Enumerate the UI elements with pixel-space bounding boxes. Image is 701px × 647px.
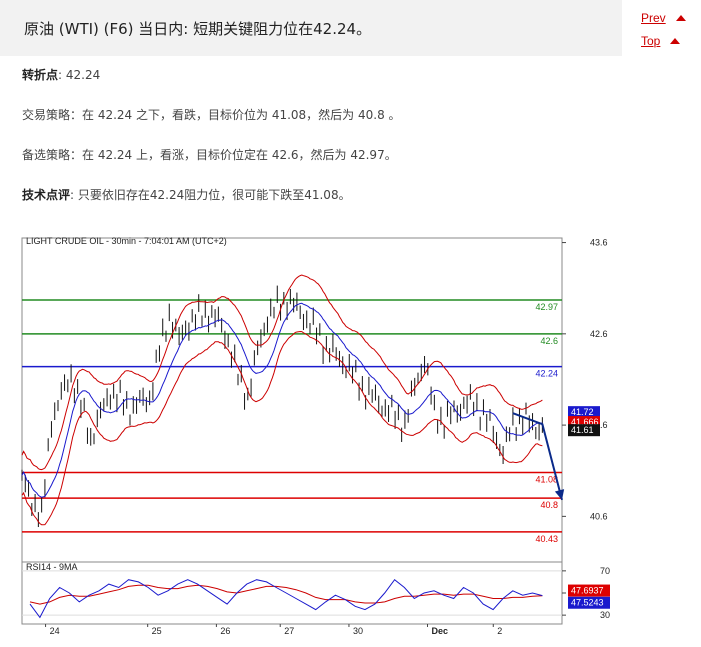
strategy-text: ：在 42.24 之下，看跌，目标价位为 41.08，然后为 40.8 。	[70, 108, 401, 122]
price-badge-2-text: 41.61	[571, 425, 594, 435]
page-title: 原油 (WTI) (F6) 当日内: 短期关键阻力位在42.24。	[24, 20, 372, 38]
strategy-label: 交易策略	[22, 108, 71, 122]
comment-text: : 只要依旧存在42.24阻力位，很可能下跌至41.08。	[70, 188, 351, 202]
level-label-3: 41.08	[535, 475, 558, 485]
level-label-5: 40.43	[535, 534, 558, 544]
rsi-badge-text: 47.6937	[571, 586, 604, 596]
alt-strategy-text: ：在 42.24 上，看涨，目标价位定在 42.6，然后为 42.97。	[70, 148, 397, 162]
y-tick-label-0: 43.6	[590, 238, 608, 248]
arrow-up-icon	[670, 38, 681, 44]
pivot-value: : 42.24	[58, 68, 101, 82]
rsi-tick-label-2: 30	[600, 610, 610, 620]
chart-container: LIGHT CRUDE OIL - 30min - 7:04:01 AM (UT…	[0, 226, 701, 642]
comment-line: 技术点评: 只要依旧存在42.24阻力位，很可能下跌至41.08。	[22, 186, 351, 203]
level-label-4: 40.8	[540, 500, 558, 510]
level-label-1: 42.6	[540, 336, 558, 346]
level-label-0: 42.97	[535, 302, 558, 312]
prev-link[interactable]: Prev	[641, 11, 686, 25]
y-tick-label-1: 42.6	[590, 329, 608, 339]
y-tick-label-3: 40.6	[590, 511, 608, 521]
alt-strategy-label: 备选策略	[22, 148, 71, 162]
pivot-line: 转折点: 42.24	[22, 66, 100, 83]
top-link[interactable]: Top	[641, 34, 681, 48]
price-badge-0-text: 41.72	[571, 407, 594, 417]
pivot-label: 转折点	[22, 68, 59, 82]
chart-title: LIGHT CRUDE OIL - 30min - 7:04:01 AM (UT…	[26, 236, 227, 246]
x-tick-label-0: 24	[50, 626, 60, 636]
x-tick-label-2: 26	[220, 626, 230, 636]
price-plot-frame	[21, 237, 563, 563]
arrow-up-icon	[675, 15, 686, 21]
x-tick-label-1: 25	[152, 626, 162, 636]
top-label[interactable]: Top	[641, 34, 660, 48]
level-label-2: 42.24	[535, 369, 558, 379]
x-tick-label-6: 2	[497, 626, 502, 636]
price-chart: LIGHT CRUDE OIL - 30min - 7:04:01 AM (UT…	[21, 236, 610, 636]
strategy-line: 交易策略：在 42.24 之下，看跌，目标价位为 41.08，然后为 40.8 …	[22, 106, 401, 123]
comment-label: 技术点评	[22, 188, 71, 202]
rsi-tick-label-0: 70	[600, 566, 610, 576]
x-tick-label-3: 27	[284, 626, 294, 636]
alt-strategy-line: 备选策略：在 42.24 上，看涨，目标价位定在 42.6，然后为 42.97。	[22, 146, 397, 163]
prev-label[interactable]: Prev	[641, 11, 666, 25]
x-tick-label-5: Dec	[431, 626, 448, 636]
rsi-ma-badge-text: 47.5243	[571, 598, 604, 608]
x-tick-label-4: 30	[353, 626, 363, 636]
header-bar: 原油 (WTI) (F6) 当日内: 短期关键阻力位在42.24。	[0, 0, 622, 56]
